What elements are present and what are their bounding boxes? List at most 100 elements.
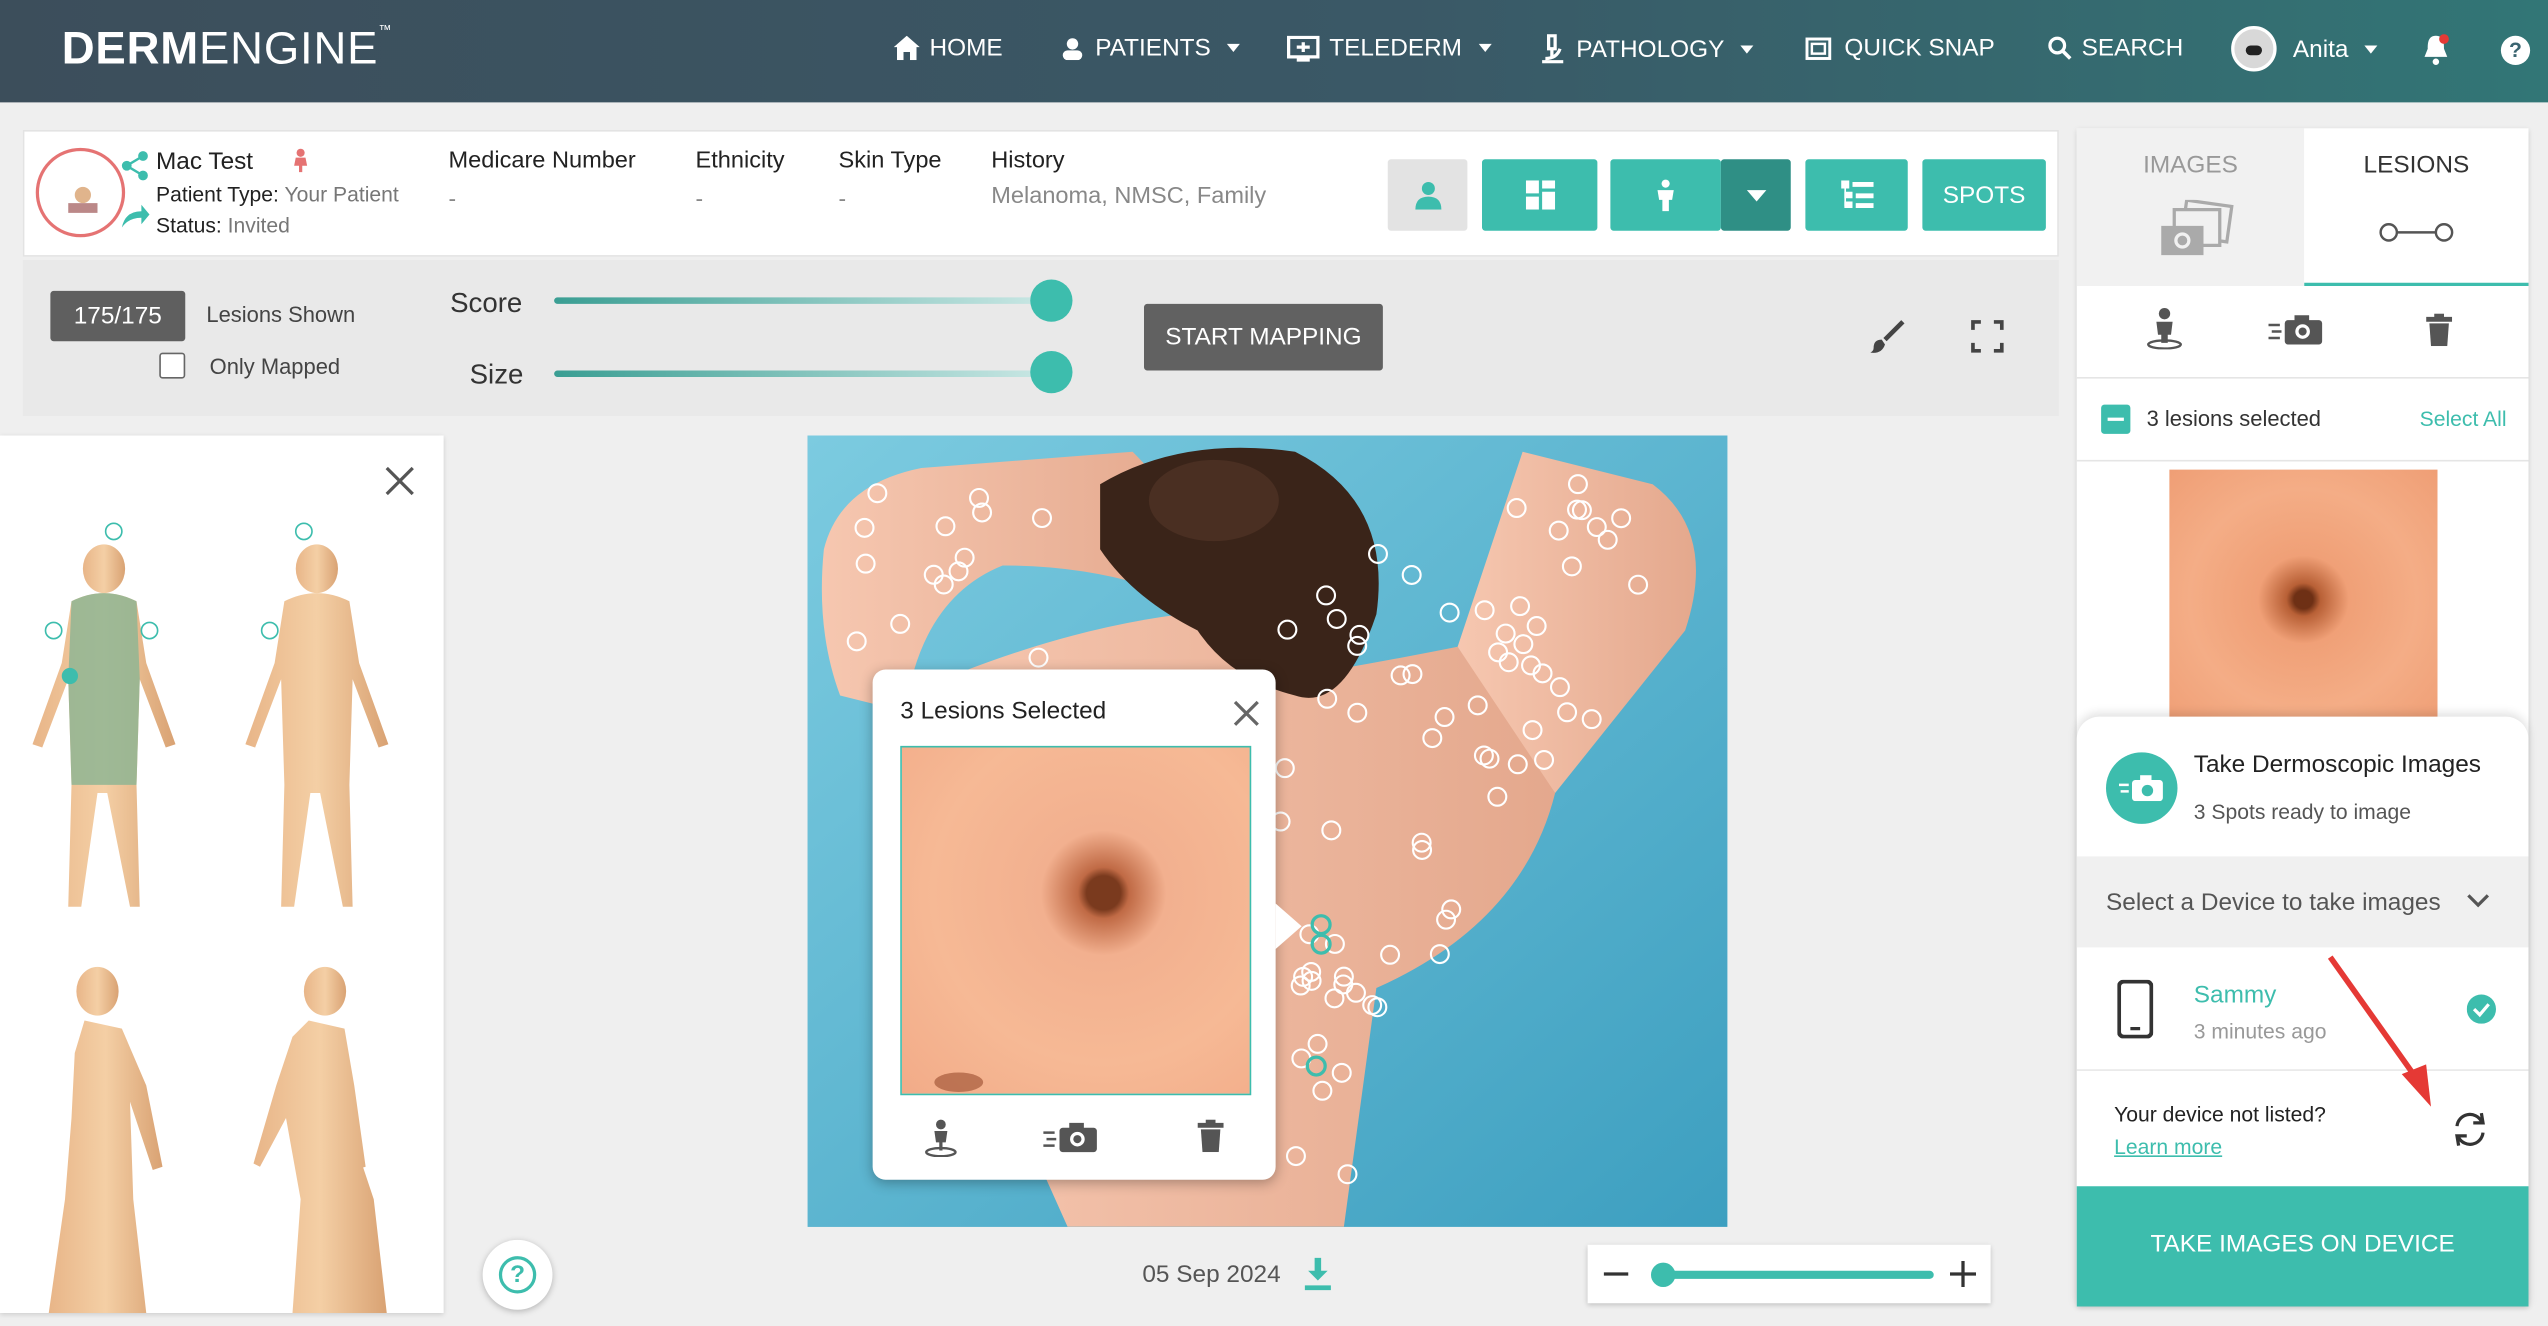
front-body-figure[interactable] [32, 522, 176, 907]
fullscreen-icon[interactable] [1971, 320, 2004, 353]
lesion-marker[interactable] [1337, 1164, 1358, 1185]
zoom-slider-track[interactable] [1662, 1270, 1934, 1279]
list-view-button[interactable] [1805, 159, 1908, 231]
lesion-marker[interactable] [1548, 520, 1569, 541]
lesion-marker[interactable] [1506, 498, 1527, 519]
lesion-marker[interactable] [1526, 616, 1547, 637]
map-lesion-icon[interactable] [2145, 307, 2184, 350]
lesion-marker[interactable] [1307, 1033, 1328, 1054]
lesion-marker[interactable] [1324, 988, 1345, 1009]
lesion-marker[interactable] [1368, 543, 1388, 564]
lesion-marker[interactable] [855, 553, 876, 574]
zoom-out-icon[interactable] [1603, 1272, 1629, 1276]
lesion-marker[interactable] [854, 517, 875, 538]
back-body-figure[interactable] [245, 522, 389, 907]
lesion-marker[interactable] [1561, 556, 1582, 577]
notification-bell[interactable] [2421, 34, 2450, 75]
close-icon[interactable] [384, 465, 417, 498]
lesion-marker[interactable] [1628, 574, 1649, 595]
lesion-marker[interactable] [1434, 707, 1455, 728]
left-side-body-figure[interactable] [48, 966, 163, 1313]
lesion-marker[interactable] [1479, 748, 1500, 769]
help-button[interactable]: ? [482, 1239, 553, 1310]
lesion-marker[interactable] [1032, 508, 1053, 529]
body-figures[interactable] [0, 501, 444, 1314]
brush-icon[interactable] [1869, 319, 1905, 355]
lesion-preview-image[interactable] [2169, 469, 2438, 730]
zoom-slider-handle[interactable] [1651, 1262, 1676, 1287]
lesion-marker[interactable] [1495, 623, 1516, 644]
nav-home[interactable]: HOME [893, 34, 1003, 62]
nav-search[interactable]: SEARCH [2048, 34, 2183, 62]
nav-patients[interactable]: PATIENTS [1060, 34, 1241, 62]
lesion-marker[interactable] [1317, 688, 1338, 709]
dermoscope-camera-icon[interactable] [2268, 314, 2324, 347]
lesion-marker[interactable] [1285, 1146, 1306, 1167]
lesion-marker[interactable] [1439, 602, 1460, 623]
download-icon[interactable] [1303, 1257, 1332, 1291]
size-slider-handle[interactable] [1030, 351, 1073, 394]
lesion-marker[interactable] [1436, 909, 1457, 930]
lesion-marker[interactable] [1347, 702, 1368, 723]
lesion-marker[interactable] [846, 631, 867, 652]
body-map-button[interactable] [1610, 159, 1721, 231]
lesion-marker[interactable] [1597, 529, 1618, 550]
spots-button[interactable]: SPOTS [1922, 159, 2046, 231]
lesion-marker[interactable] [1274, 758, 1295, 779]
lesion-marker[interactable] [1345, 982, 1366, 1003]
score-slider-track[interactable] [554, 297, 1052, 304]
lesion-marker[interactable] [1513, 634, 1534, 655]
zoom-in-icon[interactable] [1950, 1261, 1976, 1287]
lesion-thumbnail[interactable] [900, 745, 1252, 1096]
selected-lesion-marker[interactable] [1310, 914, 1332, 936]
lesion-marker[interactable] [1331, 1062, 1352, 1083]
trash-icon[interactable] [1197, 1119, 1224, 1153]
share-icon[interactable] [119, 150, 152, 231]
lesion-marker[interactable] [1312, 1080, 1333, 1101]
lesion-marker[interactable] [1507, 754, 1528, 775]
right-side-body-figure[interactable] [253, 966, 387, 1313]
lesion-marker[interactable] [1581, 709, 1602, 730]
size-slider-track[interactable] [554, 370, 1052, 377]
lesion-marker[interactable] [1028, 647, 1049, 668]
lesion-marker[interactable] [1299, 924, 1320, 945]
lesion-marker[interactable] [1429, 944, 1450, 965]
learn-more-link[interactable]: Learn more [2114, 1134, 2222, 1158]
lesion-marker[interactable] [1277, 619, 1298, 640]
dermoscope-camera-icon[interactable] [1043, 1121, 1098, 1154]
lesion-marker[interactable] [890, 613, 911, 634]
device-select-dropdown[interactable]: Select a Device to take images [2076, 856, 2529, 948]
lesion-marker[interactable] [1316, 585, 1337, 606]
select-all-link[interactable]: Select All [2420, 406, 2507, 430]
body-map-dropdown[interactable] [1720, 159, 1791, 231]
lesion-marker[interactable] [1326, 608, 1347, 629]
select-checkbox[interactable] [2101, 404, 2131, 434]
take-images-on-device-button[interactable]: TAKE IMAGES ON DEVICE [2076, 1186, 2529, 1307]
refresh-icon[interactable] [2451, 1112, 2490, 1148]
tab-images[interactable]: IMAGES [2076, 128, 2305, 286]
selected-lesion-marker[interactable] [1310, 933, 1332, 955]
help-icon[interactable]: ? [2500, 35, 2531, 65]
selected-lesion-marker[interactable] [1305, 1055, 1327, 1077]
lesion-marker[interactable] [1567, 474, 1588, 495]
patient-profile-button[interactable] [1387, 159, 1468, 231]
lesion-marker[interactable] [1557, 702, 1578, 723]
lesion-marker[interactable] [1522, 720, 1543, 741]
lesion-marker[interactable] [1498, 652, 1519, 673]
start-mapping-button[interactable]: START MAPPING [1144, 303, 1383, 371]
lesion-marker[interactable] [935, 516, 956, 537]
user-menu[interactable]: Anita [2231, 26, 2378, 72]
dermengine-logo[interactable]: DERMENGINE™ [62, 23, 392, 75]
lesion-marker[interactable] [1349, 624, 1370, 645]
lesion-marker[interactable] [1422, 728, 1443, 749]
nav-telederm[interactable]: TELEDERM [1287, 34, 1492, 62]
lesion-marker[interactable] [1510, 596, 1531, 617]
lesion-marker[interactable] [1441, 899, 1462, 920]
lesion-marker[interactable] [1401, 564, 1422, 585]
lesion-marker[interactable] [1380, 944, 1401, 965]
lesion-marker[interactable] [1549, 677, 1570, 698]
lesion-marker[interactable] [1488, 642, 1509, 663]
lesion-marker[interactable] [1321, 820, 1342, 841]
close-icon[interactable] [1233, 700, 1259, 726]
lesion-marker[interactable] [1402, 664, 1423, 685]
